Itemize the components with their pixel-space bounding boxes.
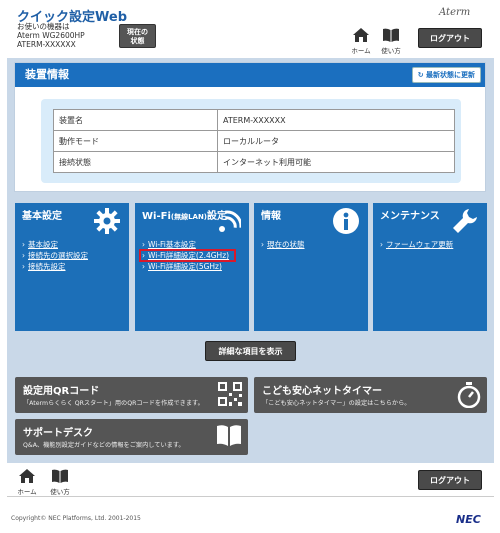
copyright-text: Copyright© NEC Platforms, Ltd. 2001-2015 <box>11 515 141 522</box>
book-icon <box>52 469 68 483</box>
footer-home-label: ホーム <box>17 488 37 496</box>
row-key: 動作モード <box>53 130 218 152</box>
nec-logo: NEC <box>456 513 481 526</box>
device-model: Aterm WG2600HP <box>17 31 85 40</box>
wrench-icon <box>451 207 479 237</box>
stopwatch-icon <box>457 382 481 410</box>
tile-links: › 基本設定 › 接続先の選択設定 › 接続先設定 <box>22 239 88 272</box>
qr-subtitle: 「Atermらくらく QRスタート」用のQRコードを作成できます。 <box>23 400 204 407</box>
tile-title: 基本設定 <box>22 211 62 222</box>
device-info-card: 装置情報 ↻ 最新状態に更新 装置名 ATERM-XXXXXX 動作モード ロー… <box>14 62 486 192</box>
wifi-title: Wi-Fi <box>142 211 171 222</box>
list-item[interactable]: › ファームウェア更新 <box>380 239 453 250</box>
kids-timer-box[interactable]: こども安心ネットタイマー 「こども安心ネットタイマー」の設定はこちらから。 <box>254 377 487 413</box>
wifi-icon <box>211 207 243 237</box>
device-info-text: お使いの機器は Aterm WG2600HP ATERM-XXXXXX <box>17 22 85 49</box>
tile-maintenance: メンテナンス › ファームウェア更新 <box>373 203 487 331</box>
info-icon <box>332 207 360 237</box>
footer-logout-button[interactable]: ログアウト <box>418 470 482 490</box>
footer-home-nav[interactable]: ホーム <box>14 469 40 496</box>
tile-title: 情報 <box>261 211 281 222</box>
help-label: 使い方 <box>381 47 401 55</box>
home-nav[interactable]: ホーム <box>348 28 374 55</box>
list-item[interactable]: › 現在の状態 <box>261 239 305 250</box>
link-connection-select[interactable]: 接続先の選択設定 <box>28 251 88 260</box>
tile-links: › 現在の状態 <box>261 239 305 250</box>
list-item[interactable]: › 接続先の選択設定 <box>22 250 88 261</box>
timer-title: こども安心ネットタイマー <box>262 386 382 397</box>
list-item[interactable]: › 接続先設定 <box>22 261 88 272</box>
tile-title: メンテナンス <box>380 211 440 222</box>
table-row: 接続状態 インターネット利用可能 <box>53 151 455 173</box>
refresh-icon: ↻ <box>417 71 424 79</box>
show-advanced-button[interactable]: 詳細な項目を表示 <box>205 341 296 361</box>
link-wifi-basic[interactable]: Wi-Fi基本設定 <box>148 240 196 249</box>
home-icon <box>19 469 35 483</box>
wifi-title-small: (無線LAN) <box>170 213 208 221</box>
tile-info: 情報 › 現在の状態 <box>254 203 368 331</box>
device-info-header: 装置情報 ↻ 最新状態に更新 <box>15 63 485 87</box>
list-item[interactable]: › Wi-Fi詳細設定(5GHz) <box>142 261 229 272</box>
row-key: 装置名 <box>53 109 218 131</box>
gear-icon <box>93 207 121 237</box>
book-icon <box>383 28 399 42</box>
refresh-label: 最新状態に更新 <box>426 71 475 79</box>
link-connection-settings[interactable]: 接続先設定 <box>28 262 66 271</box>
device-line-1: お使いの機器は <box>17 22 70 31</box>
device-name: ATERM-XXXXXX <box>17 40 76 49</box>
row-value: ローカルルータ <box>217 130 455 152</box>
help-nav[interactable]: 使い方 <box>378 28 404 55</box>
list-item[interactable]: › 基本設定 <box>22 239 88 250</box>
header: クイック設定Web お使いの機器は Aterm WG2600HP ATERM-X… <box>0 0 500 58</box>
tile-links: › ファームウェア更新 <box>380 239 453 250</box>
footer-help-label: 使い方 <box>50 488 70 496</box>
qr-code-box[interactable]: 設定用QRコード 「Atermらくらく QRスタート」用のQRコードを作成できま… <box>15 377 248 413</box>
row-key: 接続状態 <box>53 151 218 173</box>
table-row: 動作モード ローカルルータ <box>53 130 455 152</box>
home-label: ホーム <box>351 47 371 55</box>
device-info-table: 装置名 ATERM-XXXXXX 動作モード ローカルルータ 接続状態 インター… <box>53 109 455 173</box>
timer-subtitle: 「こども安心ネットタイマー」の設定はこちらから。 <box>262 400 411 407</box>
footer-help-nav[interactable]: 使い方 <box>47 469 73 496</box>
current-status-label: 現在の 状態 <box>127 28 148 45</box>
table-row: 装置名 ATERM-XXXXXX <box>53 109 455 131</box>
brand-logo: Aterm <box>439 7 471 18</box>
footer-divider <box>7 496 494 497</box>
link-wifi-detail-5ghz[interactable]: Wi-Fi詳細設定(5GHz) <box>148 262 222 271</box>
row-value: ATERM-XXXXXX <box>217 109 455 131</box>
qr-code-icon <box>218 382 242 408</box>
logout-button[interactable]: ログアウト <box>418 28 482 48</box>
tile-basic-settings: 基本設定 › 基本設定 › 接続先の選択設定 › 接続先設定 <box>15 203 129 331</box>
link-basic-settings[interactable]: 基本設定 <box>28 240 58 249</box>
qr-title: 設定用QRコード <box>23 386 100 397</box>
support-title: サポートデスク <box>23 428 93 439</box>
home-icon <box>353 28 369 42</box>
support-subtitle: Q&A、機能別設定ガイドなどの情報をご案内しています。 <box>23 442 185 449</box>
book-icon <box>216 424 242 448</box>
link-firmware-update[interactable]: ファームウェア更新 <box>386 240 453 249</box>
link-current-status[interactable]: 現在の状態 <box>267 240 305 249</box>
support-desk-box[interactable]: サポートデスク Q&A、機能別設定ガイドなどの情報をご案内しています。 <box>15 419 248 455</box>
current-status-button[interactable]: 現在の 状態 <box>119 24 156 48</box>
refresh-button[interactable]: ↻ 最新状態に更新 <box>411 67 481 83</box>
highlight-box <box>139 249 236 262</box>
device-info-area: 装置名 ATERM-XXXXXX 動作モード ローカルルータ 接続状態 インター… <box>41 99 461 183</box>
device-info-heading: 装置情報 <box>25 68 69 81</box>
row-value: インターネット利用可能 <box>217 151 455 173</box>
tile-wifi-settings: Wi-Fi(無線LAN)設定 › Wi-Fi基本設定 › Wi-Fi詳細設定(2.4… <box>135 203 249 331</box>
